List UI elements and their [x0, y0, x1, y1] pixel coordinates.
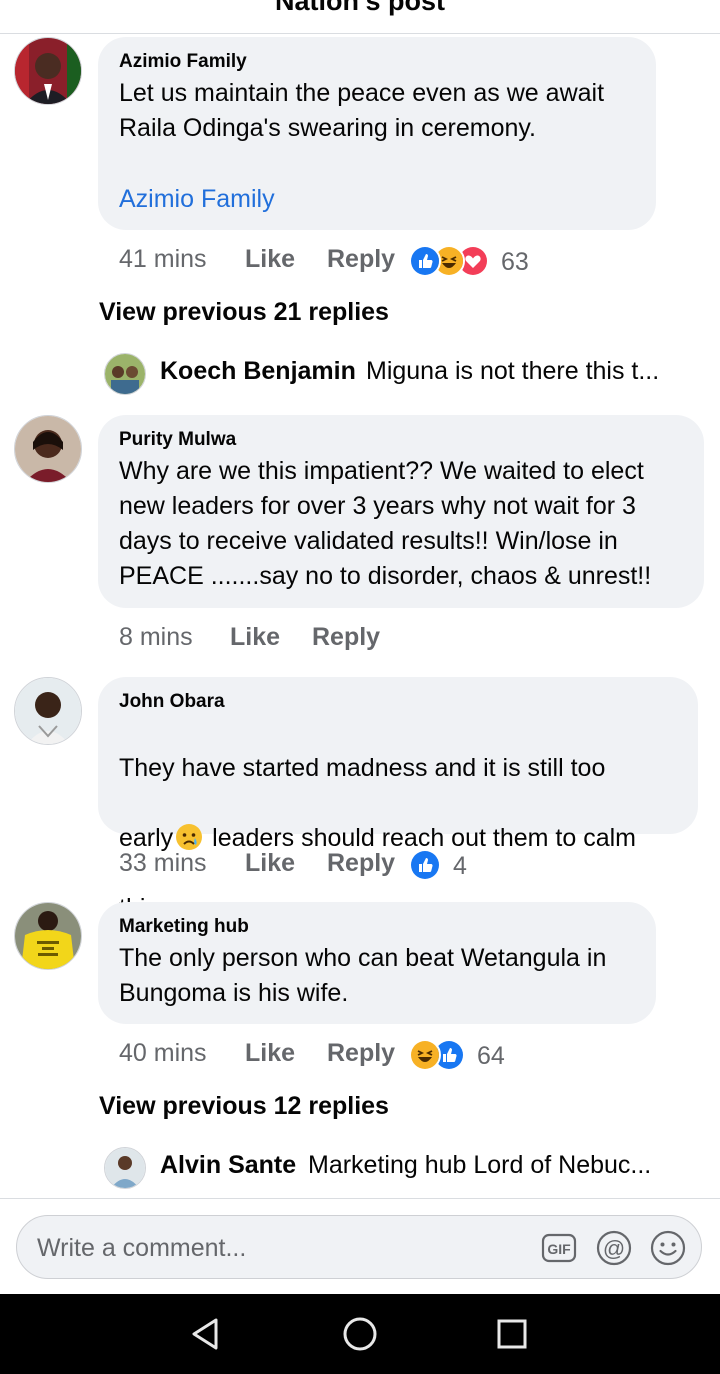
- mention-icon[interactable]: @: [596, 1230, 632, 1266]
- like-button[interactable]: Like: [245, 846, 295, 880]
- reply-snippet: Miguna is not there this t...: [366, 357, 660, 385]
- reply-button[interactable]: Reply: [327, 242, 395, 276]
- reply-button[interactable]: Reply: [327, 1036, 395, 1070]
- comment-text: The only person who can beat Wetangula i…: [119, 944, 607, 1007]
- comment-time[interactable]: 41 mins: [119, 242, 207, 276]
- comment-actions: 8 mins Like Reply: [119, 620, 519, 654]
- like-button[interactable]: Like: [230, 620, 280, 654]
- haha-icon: [409, 1039, 441, 1071]
- gif-icon[interactable]: GIF: [541, 1230, 577, 1266]
- reaction-count: 64: [477, 1042, 505, 1070]
- comment-text-line: They have started madness and it is stil…: [119, 754, 606, 782]
- reaction-summary[interactable]: 63: [409, 245, 549, 277]
- comment-actions: 40 mins Like Reply 64: [119, 1036, 619, 1071]
- avatar[interactable]: [14, 902, 82, 970]
- reaction-count: 63: [501, 248, 529, 276]
- back-icon[interactable]: [186, 1314, 226, 1354]
- mention-label: @: [603, 1236, 625, 1261]
- view-previous-replies-link[interactable]: View previous 12 replies: [99, 1092, 389, 1121]
- post-title: Nation's post: [275, 0, 445, 16]
- reaction-summary[interactable]: 64: [409, 1039, 529, 1071]
- like-icon: [409, 245, 441, 277]
- home-icon[interactable]: [340, 1314, 380, 1354]
- gif-label: GIF: [547, 1241, 571, 1257]
- comment-author[interactable]: Purity Mulwa: [119, 429, 236, 451]
- comment-tag-link[interactable]: Azimio Family: [119, 185, 275, 214]
- avatar[interactable]: [104, 1147, 146, 1189]
- post-header: Nation's post: [0, 0, 720, 34]
- comment-time[interactable]: 8 mins: [119, 620, 193, 654]
- comment-bubble: Marketing hub The only person who can be…: [98, 902, 656, 1024]
- avatar[interactable]: [14, 37, 82, 105]
- avatar[interactable]: [104, 353, 146, 395]
- view-previous-replies-link[interactable]: View previous 21 replies: [99, 298, 389, 327]
- reply-author[interactable]: Koech Benjamin: [160, 357, 356, 386]
- reply-button[interactable]: Reply: [312, 620, 380, 654]
- comment-text: Why are we this impatient?? We waited to…: [119, 457, 652, 590]
- like-icon: [409, 849, 441, 881]
- reply-preview[interactable]: Koech Benjamin Miguna is not there this …: [104, 353, 704, 395]
- comment-time[interactable]: 33 mins: [119, 846, 207, 880]
- avatar[interactable]: [14, 415, 82, 483]
- comment-composer: GIF @: [16, 1215, 702, 1279]
- reaction-count: 4: [453, 852, 467, 880]
- comment-author[interactable]: Marketing hub: [119, 916, 249, 938]
- comment-actions: 33 mins Like Reply 4: [119, 846, 519, 881]
- comment-author[interactable]: John Obara: [119, 691, 225, 713]
- reply-preview[interactable]: Alvin Sante Marketing hub Lord of Nebuc.…: [104, 1147, 704, 1189]
- comment-bubble: John Obara They have started madness and…: [98, 677, 698, 922]
- like-button[interactable]: Like: [245, 1036, 295, 1070]
- recents-icon[interactable]: [492, 1314, 532, 1354]
- comment-author[interactable]: Azimio Family: [119, 51, 247, 73]
- reply-author[interactable]: Alvin Sante: [160, 1151, 296, 1180]
- reply-snippet: Marketing hub Lord of Nebuc...: [308, 1151, 652, 1179]
- like-button[interactable]: Like: [245, 242, 295, 276]
- emoji-icon[interactable]: [650, 1230, 686, 1266]
- comment-actions: 41 mins Like Reply 63: [119, 242, 719, 277]
- system-navigation-bar: [0, 1294, 720, 1374]
- comment-input[interactable]: [35, 1228, 519, 1268]
- comment-bubble: Purity Mulwa Why are we this impatient??…: [98, 415, 704, 608]
- comment-time[interactable]: 40 mins: [119, 1036, 207, 1070]
- reply-button[interactable]: Reply: [327, 846, 395, 880]
- comment-text: Let us maintain the peace even as we awa…: [119, 79, 605, 142]
- comment-bubble: Azimio Family Let us maintain the peace …: [98, 37, 656, 230]
- comment-composer-bar: GIF @: [0, 1198, 720, 1295]
- avatar[interactable]: [14, 677, 82, 745]
- reaction-summary[interactable]: 4: [409, 849, 489, 881]
